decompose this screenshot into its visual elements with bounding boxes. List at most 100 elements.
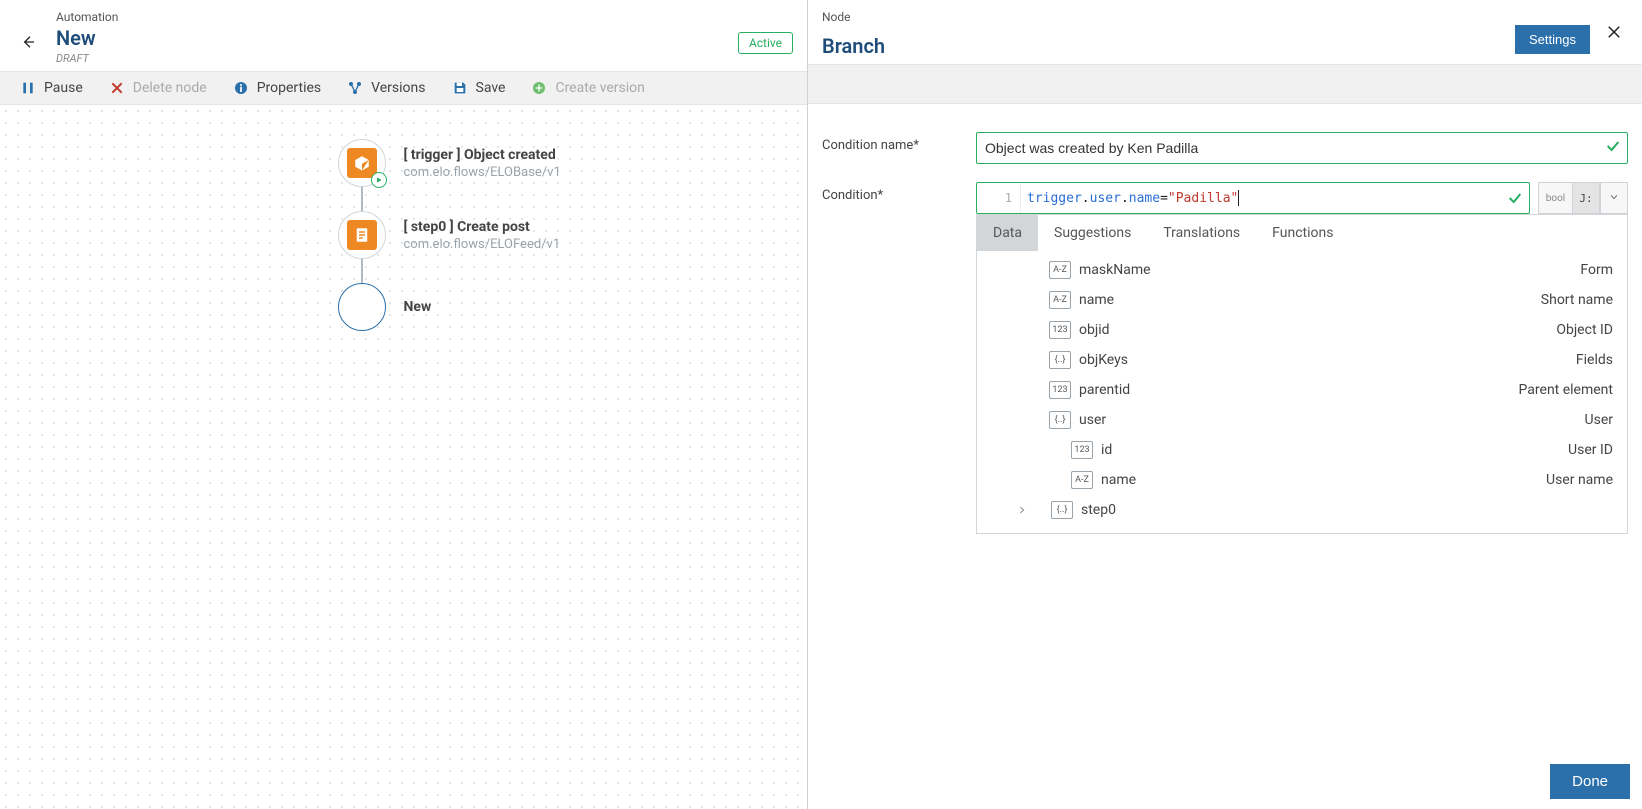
tree-row[interactable]: 123 parentid Parent element	[985, 375, 1619, 405]
page-subtitle: DRAFT	[56, 52, 738, 65]
close-panel-button[interactable]	[1600, 20, 1628, 48]
create-version-button[interactable]: Create version	[531, 80, 644, 96]
tree-key: step0	[1081, 502, 1613, 518]
condition-name-label: Condition name*	[822, 132, 976, 153]
tree-row[interactable]: A-Z name User name	[985, 465, 1619, 495]
save-button[interactable]: Save	[452, 80, 506, 96]
plus-circle-icon	[531, 80, 547, 96]
properties-button[interactable]: Properties	[233, 80, 321, 96]
tree-row[interactable]: A-Z name Short name	[985, 285, 1619, 315]
tab-suggestions[interactable]: Suggestions	[1038, 215, 1147, 251]
settings-button[interactable]: Settings	[1515, 25, 1590, 54]
type-badge: 123	[1071, 441, 1093, 459]
chevron-down-icon	[1609, 192, 1619, 205]
done-button[interactable]: Done	[1550, 764, 1630, 799]
tree-desc: User ID	[1568, 442, 1613, 458]
tree-row-step0[interactable]: {..} step0	[985, 495, 1619, 525]
flow-connector	[361, 259, 363, 283]
tree-row[interactable]: 123 id User ID	[985, 435, 1619, 465]
close-icon	[1605, 23, 1623, 45]
tree-desc: Fields	[1576, 352, 1613, 368]
delete-node-button[interactable]: Delete node	[109, 80, 207, 96]
play-badge-icon	[371, 172, 387, 188]
type-badge: A-Z	[1049, 261, 1071, 279]
type-badge: {..}	[1049, 351, 1071, 369]
flow-node-title: [ step0 ] Create post	[404, 219, 561, 235]
tree-desc: User name	[1546, 472, 1613, 488]
versions-label: Versions	[371, 80, 425, 96]
tree-key: maskName	[1079, 262, 1572, 278]
tab-functions[interactable]: Functions	[1256, 215, 1349, 251]
close-icon	[109, 80, 125, 96]
arrow-left-icon	[20, 34, 36, 50]
tab-data[interactable]: Data	[977, 215, 1038, 251]
chevron-right-icon[interactable]	[1015, 503, 1029, 517]
code-line[interactable]: trigger.user.name="Padilla"	[1021, 183, 1501, 213]
condition-name-input[interactable]	[985, 140, 1599, 156]
tab-translations[interactable]: Translations	[1147, 215, 1256, 251]
caret	[1238, 190, 1239, 206]
tree-key: objid	[1079, 322, 1548, 338]
flow-node-new[interactable]: New	[338, 283, 432, 331]
properties-label: Properties	[257, 80, 321, 96]
status-badge: Active	[738, 32, 793, 54]
type-badge: 123	[1049, 321, 1071, 339]
tree-desc: Form	[1580, 262, 1613, 278]
type-badge: {..}	[1049, 411, 1071, 429]
pause-icon	[20, 80, 36, 96]
tree-desc: Short name	[1541, 292, 1613, 308]
chip-dropdown[interactable]	[1600, 182, 1628, 214]
tree-row[interactable]: A-Z maskName Form	[985, 255, 1619, 285]
save-icon	[452, 80, 468, 96]
page-kicker: Automation	[56, 10, 738, 24]
flow-node-sub: com.elo.flows/ELOFeed/v1	[404, 237, 561, 252]
tree-key: name	[1079, 292, 1533, 308]
panel-title: Branch	[822, 34, 1515, 58]
tree-key: parentid	[1079, 382, 1511, 398]
chip-bool[interactable]: bool	[1538, 182, 1572, 214]
check-icon	[1599, 138, 1621, 158]
condition-name-input-wrap	[976, 132, 1628, 164]
type-badge: {..}	[1051, 501, 1073, 519]
delete-node-label: Delete node	[133, 80, 207, 96]
tree-key: name	[1101, 472, 1538, 488]
code-gutter: 1	[977, 183, 1021, 213]
flow-connector	[361, 187, 363, 211]
toolbar: Pause Delete node Properties Versions Sa…	[0, 71, 807, 105]
type-badge: 123	[1049, 381, 1071, 399]
condition-label: Condition*	[822, 182, 976, 203]
tree-desc: Parent element	[1519, 382, 1613, 398]
tree-row[interactable]: {..} user User	[985, 405, 1619, 435]
info-icon	[233, 80, 249, 96]
save-label: Save	[476, 80, 506, 96]
tree-row[interactable]: {..} objKeys Fields	[985, 345, 1619, 375]
pause-label: Pause	[44, 80, 83, 96]
flow-node-trigger[interactable]: [ trigger ] Object created com.elo.flows…	[338, 139, 561, 187]
tree-row[interactable]: 123 objid Object ID	[985, 315, 1619, 345]
panel-toolbar-strip	[808, 64, 1642, 104]
page-title: New	[56, 26, 738, 50]
panel-kicker: Node	[822, 10, 1515, 24]
flow-node-step0[interactable]: [ step0 ] Create post com.elo.flows/ELOF…	[338, 211, 561, 259]
helper-tabs: Data Suggestions Translations Functions	[977, 214, 1627, 251]
data-tree: A-Z maskName Form A-Z name Short name 12…	[977, 251, 1627, 533]
document-icon	[347, 220, 377, 250]
flow-canvas[interactable]: [ trigger ] Object created com.elo.flows…	[0, 105, 807, 809]
type-selector[interactable]: bool J:	[1538, 182, 1628, 214]
chip-js[interactable]: J:	[1572, 182, 1600, 214]
back-button[interactable]	[14, 28, 42, 56]
condition-code-editor[interactable]: 1 trigger.user.name="Padilla"	[976, 182, 1530, 214]
flow-node-sub: com.elo.flows/ELOBase/v1	[404, 165, 561, 180]
versions-button[interactable]: Versions	[347, 80, 425, 96]
tree-desc: Object ID	[1556, 322, 1613, 338]
pause-button[interactable]: Pause	[20, 80, 83, 96]
tree-key: user	[1079, 412, 1577, 428]
type-badge: A-Z	[1071, 471, 1093, 489]
create-version-label: Create version	[555, 80, 644, 96]
type-badge: A-Z	[1049, 291, 1071, 309]
tree-key: objKeys	[1079, 352, 1568, 368]
tree-desc: User	[1585, 412, 1613, 428]
check-icon	[1501, 183, 1529, 213]
versions-icon	[347, 80, 363, 96]
flow-node-title: [ trigger ] Object created	[404, 147, 561, 163]
